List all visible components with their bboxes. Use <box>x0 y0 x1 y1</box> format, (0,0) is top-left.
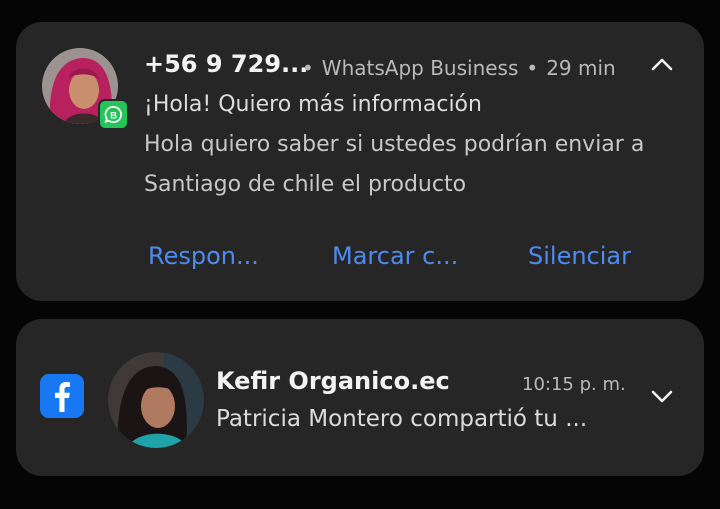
sender-name: Kefir Organico.ec <box>216 367 450 395</box>
notification-time: 10:15 p. m. <box>522 374 626 395</box>
facebook-notification[interactable]: Kefir Organico.ec 10:15 p. m. Patricia M… <box>16 319 704 476</box>
chevron-down-icon[interactable] <box>650 389 674 405</box>
contact-avatar-wrap: B <box>42 48 129 130</box>
app-meta: • WhatsApp Business • 29 min <box>294 56 616 80</box>
separator-dot: • <box>302 56 314 80</box>
facebook-icon <box>40 374 84 418</box>
whatsapp-business-icon: B <box>98 99 129 130</box>
app-name: WhatsApp Business <box>321 56 519 80</box>
reply-button[interactable]: Respon... <box>148 242 259 270</box>
mute-button[interactable]: Silenciar <box>528 242 631 270</box>
notification-body: Patricia Montero compartió tu ... <box>216 406 588 432</box>
notification-title: ¡Hola! Quiero más información <box>144 92 482 117</box>
chevron-up-icon[interactable] <box>650 56 674 72</box>
notification-body-line1: Hola quiero saber si ustedes podrían env… <box>144 132 645 157</box>
svg-text:B: B <box>110 110 117 121</box>
sender-avatar <box>108 352 204 448</box>
separator-dot: • <box>526 56 539 80</box>
notification-time: 29 min <box>546 56 616 80</box>
sender-name: +56 9 729... <box>144 50 309 78</box>
whatsapp-notification[interactable]: B +56 9 729... • WhatsApp Business • 29 min… <box>16 22 704 301</box>
notification-body-line2: Santiago de chile el producto <box>144 172 467 197</box>
mark-as-read-button[interactable]: Marcar c... <box>332 242 458 270</box>
